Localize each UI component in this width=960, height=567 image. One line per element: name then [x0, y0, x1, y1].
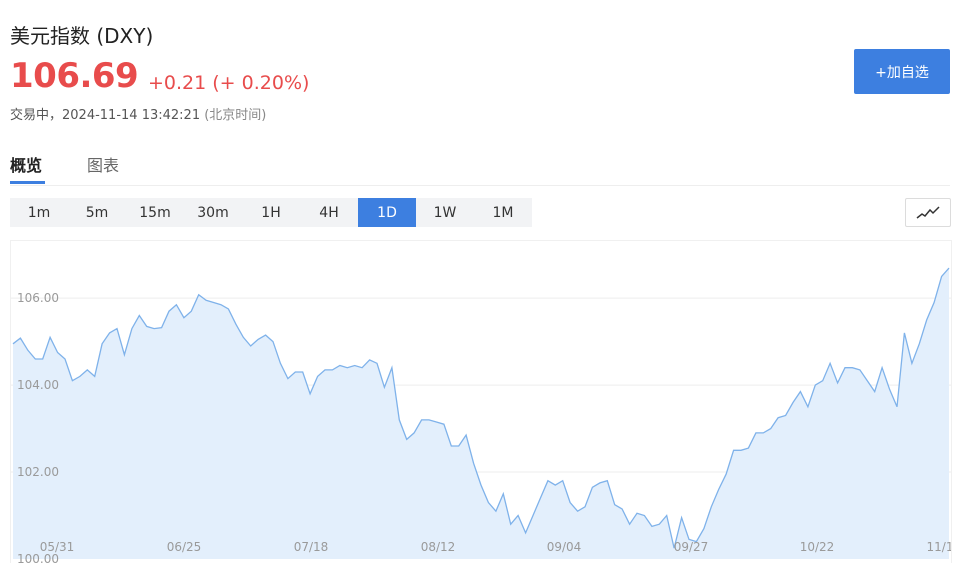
status-timestamp: 2024-11-14 13:42:21: [62, 108, 201, 123]
price-change: +0.21 (+ 0.20%): [148, 72, 310, 94]
tab-overview[interactable]: 概览: [10, 152, 42, 176]
interval-1h[interactable]: 1H: [242, 198, 300, 227]
x-tick-label: 09/27: [674, 540, 709, 554]
interval-4h[interactable]: 4H: [300, 198, 358, 227]
x-tick-label: 05/31: [40, 540, 75, 554]
interval-selector: 1m 5m 15m 30m 1H 4H 1D 1W 1M: [10, 198, 532, 227]
x-tick-label: 10/22: [800, 540, 835, 554]
status-timezone: (北京时间): [204, 108, 267, 123]
interval-1mo[interactable]: 1M: [474, 198, 532, 227]
price-chart-svg: 100.00102.00104.00106.0005/31 06/25 07/18 0…: [11, 267, 953, 566]
y-tick-label: 106.00: [17, 291, 59, 305]
trading-status: 交易中，2024-11-14 13:42:21 (北京时间): [10, 104, 266, 123]
price-chart: 100.00 102.00 104.00 106.00 05/31 06/25 07/18 0…: [10, 240, 953, 566]
y-tick-label: 102.00: [17, 465, 59, 479]
tab-chart[interactable]: 图表: [87, 152, 119, 176]
x-tick-label: 11/1: [927, 540, 951, 554]
interval-5m[interactable]: 5m: [68, 198, 126, 227]
interval-1m[interactable]: 1m: [10, 198, 68, 227]
tab-bar: 概览 图表: [10, 148, 950, 186]
interval-30m[interactable]: 30m: [184, 198, 242, 227]
x-tick-label: 08/12: [421, 540, 456, 554]
x-tick-label: 06/25: [167, 540, 202, 554]
chart-type-button[interactable]: [905, 198, 951, 227]
interval-15m[interactable]: 15m: [126, 198, 184, 227]
line-chart-icon: [916, 205, 940, 219]
x-tick-label: 09/04: [547, 540, 582, 554]
status-label: 交易中，: [10, 108, 63, 123]
page-title: 美元指数 (DXY): [10, 24, 154, 48]
y-tick-label: 104.00: [17, 378, 59, 392]
current-price: 106.69: [10, 56, 139, 96]
add-to-watchlist-button[interactable]: +加自选: [854, 49, 950, 94]
x-tick-label: 07/18: [294, 540, 329, 554]
interval-1d[interactable]: 1D: [358, 198, 416, 227]
area-fill: [13, 268, 949, 559]
active-tab-indicator: [10, 181, 45, 184]
interval-1w[interactable]: 1W: [416, 198, 474, 227]
